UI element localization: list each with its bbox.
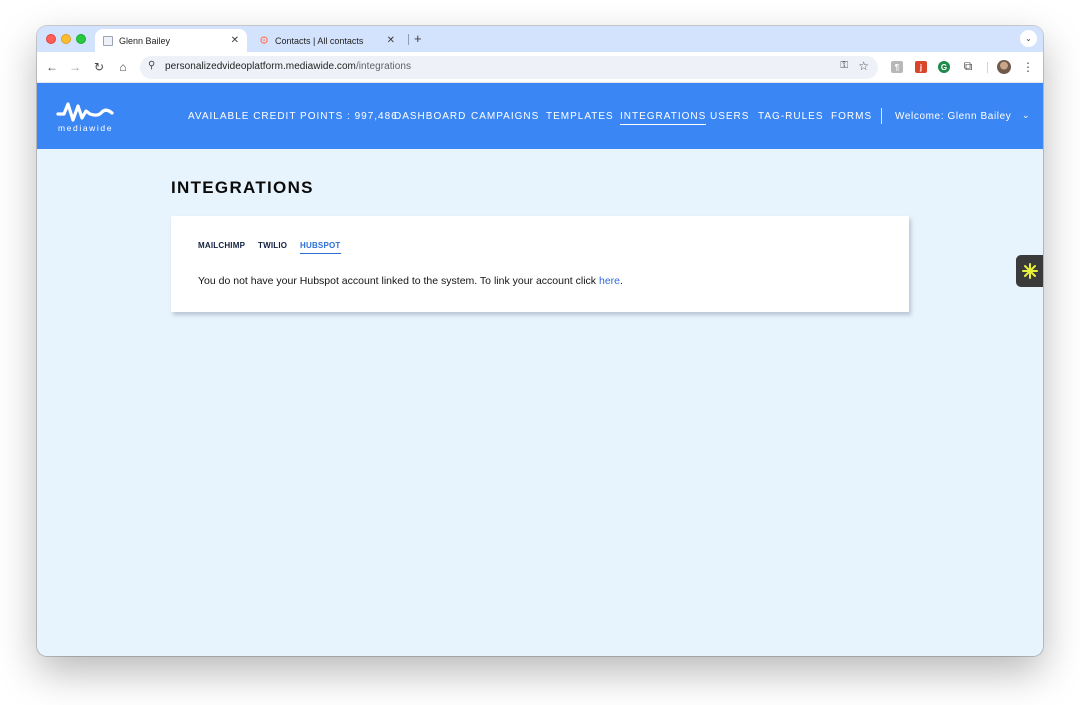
- hubspot-favicon-icon: ⚙: [259, 34, 269, 47]
- close-tab-icon[interactable]: ✕: [387, 35, 395, 46]
- page-title: INTEGRATIONS: [171, 178, 314, 197]
- user-menu[interactable]: Welcome: Glenn Bailey: [895, 111, 1011, 122]
- url-host: personalizedvideoplatform.mediawide.com: [165, 61, 356, 72]
- page-favicon-icon: [103, 35, 113, 46]
- link-account-link[interactable]: here: [599, 275, 620, 287]
- hubspot-status-message: You do not have your Hubspot account lin…: [198, 275, 623, 287]
- address-bar[interactable]: ⚲ personalizedvideoplatform.mediawide.co…: [140, 56, 878, 79]
- nav-templates[interactable]: TEMPLATES: [546, 111, 614, 122]
- extensions-puzzle-icon[interactable]: ⧉: [960, 58, 976, 74]
- forward-icon[interactable]: →: [67, 59, 83, 75]
- tab-title: Glenn Bailey: [119, 35, 171, 46]
- nav-dashboard[interactable]: DASHBOARD: [394, 111, 466, 122]
- tab-title: Contacts | All contacts: [275, 35, 364, 46]
- password-key-icon[interactable]: ⚿: [840, 60, 848, 71]
- minimize-window-button[interactable]: [61, 34, 71, 44]
- close-window-button[interactable]: [46, 34, 56, 44]
- url-path: /integrations: [355, 61, 412, 72]
- browser-toolbar: ← → ↻ ⌂ ⚲ personalizedvideoplatform.medi…: [37, 52, 1043, 83]
- tab-hubspot[interactable]: HUBSPOT: [300, 241, 341, 254]
- extension-j-icon[interactable]: j: [915, 61, 927, 73]
- profile-avatar[interactable]: [997, 60, 1011, 74]
- close-tab-icon[interactable]: ✕: [231, 35, 239, 46]
- credit-points: AVAILABLE CREDIT POINTS : 997,486: [188, 111, 398, 122]
- back-icon[interactable]: ←: [44, 59, 60, 75]
- new-tab-button[interactable]: +: [414, 31, 422, 46]
- tab-twilio[interactable]: TWILIO: [258, 241, 287, 250]
- nav-campaigns[interactable]: CAMPAIGNS: [471, 111, 539, 122]
- browser-menu-icon[interactable]: ⋮: [1020, 59, 1036, 75]
- extension-translate-icon[interactable]: ¶: [891, 61, 903, 73]
- browser-window: Glenn Bailey ✕ ⚙ Contacts | All contacts…: [37, 26, 1043, 656]
- tab-contacts[interactable]: ⚙ Contacts | All contacts ✕: [251, 29, 403, 52]
- sparkle-icon: [1021, 263, 1038, 279]
- maximize-window-button[interactable]: [76, 34, 86, 44]
- tab-strip: Glenn Bailey ✕ ⚙ Contacts | All contacts…: [37, 26, 1043, 52]
- nav-integrations[interactable]: INTEGRATIONS: [620, 111, 707, 125]
- reload-icon[interactable]: ↻: [91, 59, 107, 75]
- tab-mailchimp[interactable]: MAILCHIMP: [198, 241, 245, 250]
- home-icon[interactable]: ⌂: [115, 59, 131, 75]
- toolbar-divider: [987, 62, 988, 73]
- tab-search-button[interactable]: ⌄: [1020, 30, 1037, 47]
- tab-divider: [408, 34, 409, 45]
- integrations-card: MAILCHIMP TWILIO HUBSPOT You do not have…: [171, 216, 909, 312]
- feedback-widget[interactable]: [1016, 255, 1043, 287]
- app-header: mediawide AVAILABLE CREDIT POINTS : 997,…: [37, 83, 1043, 149]
- tab-glenn-bailey[interactable]: Glenn Bailey ✕: [95, 29, 247, 52]
- url-text[interactable]: personalizedvideoplatform.mediawide.com/…: [165, 61, 411, 72]
- message-end: .: [620, 275, 623, 287]
- chevron-down-icon[interactable]: ⌄: [1022, 110, 1030, 121]
- extension-grammarly-icon[interactable]: G: [938, 61, 950, 73]
- nav-divider: [881, 108, 882, 124]
- nav-tag-rules[interactable]: TAG-RULES: [758, 111, 824, 122]
- nav-users[interactable]: USERS: [710, 111, 749, 122]
- message-text: You do not have your Hubspot account lin…: [198, 275, 599, 287]
- site-info-icon[interactable]: ⚲: [148, 60, 155, 71]
- nav-forms[interactable]: FORMS: [831, 111, 872, 122]
- logo-text: mediawide: [58, 123, 114, 133]
- bookmark-star-icon[interactable]: ☆: [858, 59, 869, 73]
